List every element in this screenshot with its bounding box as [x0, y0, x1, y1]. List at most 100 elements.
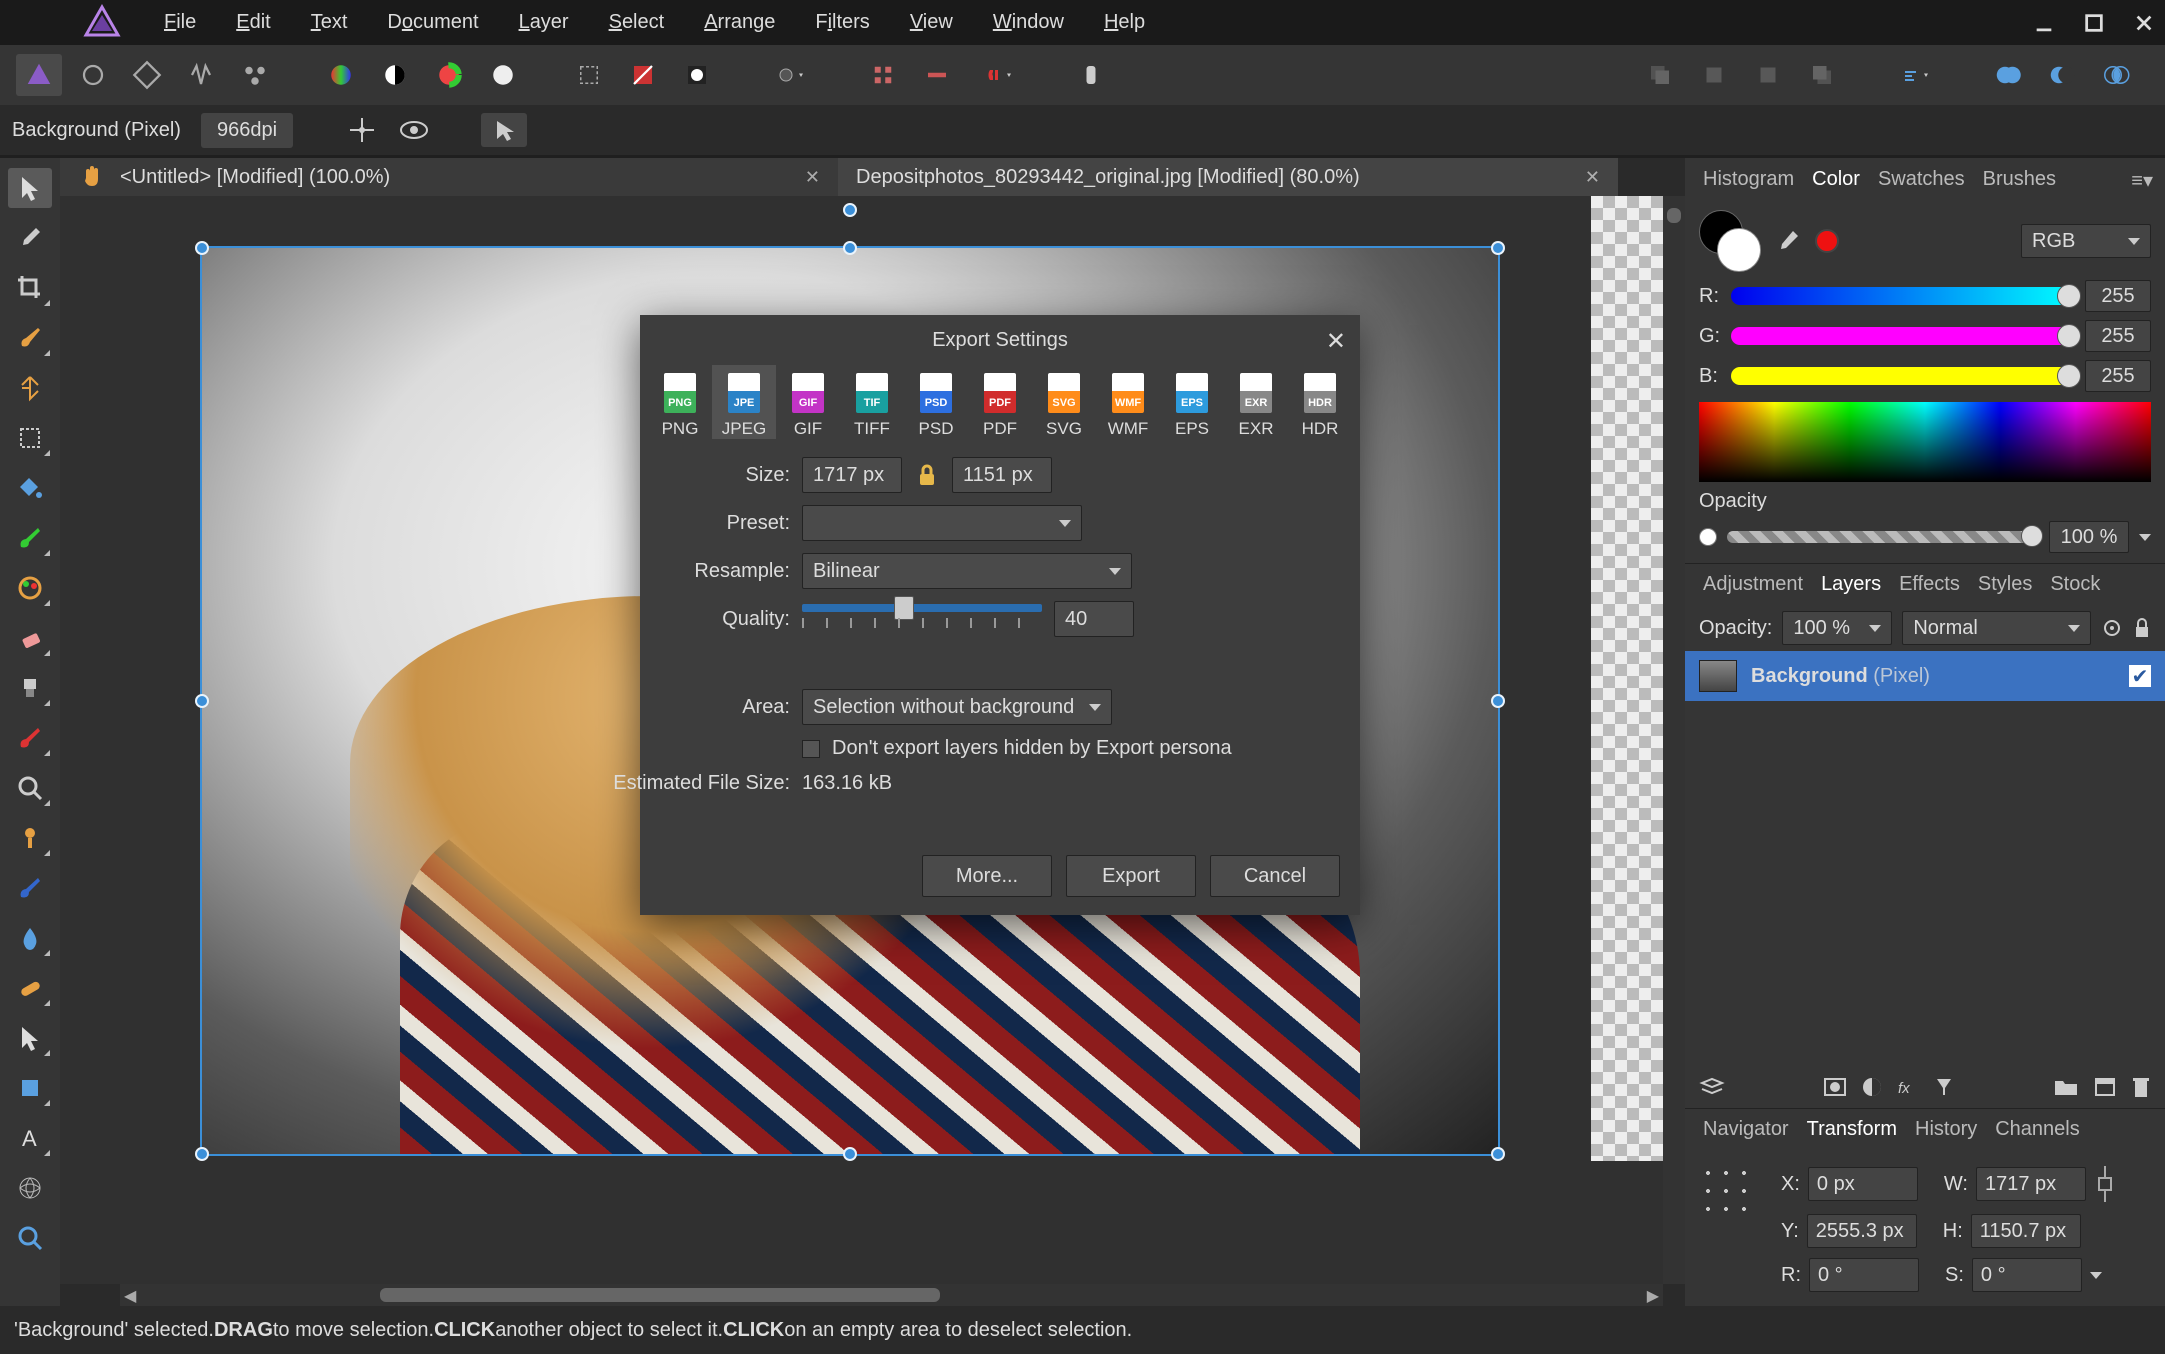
- h-field[interactable]: 1150.7 px: [1971, 1214, 2081, 1248]
- opacity-slider[interactable]: [1727, 531, 2039, 543]
- auto-contrast-icon[interactable]: [372, 54, 418, 96]
- grid-icon[interactable]: [860, 54, 906, 96]
- r-slider[interactable]: [1731, 287, 2075, 305]
- layers-stack-icon[interactable]: [1699, 1076, 1725, 1098]
- tab-navigator[interactable]: Navigator: [1703, 1118, 1789, 1141]
- format-pdf[interactable]: PDF: [968, 365, 1032, 439]
- link-wh-icon[interactable]: [2094, 1164, 2116, 1204]
- tab-swatches[interactable]: Swatches: [1878, 168, 1965, 191]
- selection-brush-tool[interactable]: [8, 318, 52, 358]
- menu-select[interactable]: SelectSelect: [609, 11, 665, 34]
- arrange-backward-icon[interactable]: [1691, 54, 1737, 96]
- export-width-field[interactable]: 1717 px: [802, 457, 902, 493]
- area-select[interactable]: Selection without background: [802, 689, 1112, 725]
- selection-refine-icon[interactable]: [674, 54, 720, 96]
- anchor-selector[interactable]: [1699, 1164, 1753, 1218]
- quality-field[interactable]: 40: [1054, 601, 1134, 637]
- color-picker-tool[interactable]: [8, 218, 52, 258]
- text-tool[interactable]: A: [8, 1118, 52, 1158]
- resample-select[interactable]: Bilinear: [802, 553, 1132, 589]
- adjustment-icon[interactable]: [1861, 1076, 1883, 1098]
- scroll-left-arrow[interactable]: ◀: [124, 1286, 136, 1306]
- horizontal-scrollbar[interactable]: ◀ ▶: [120, 1284, 1663, 1306]
- snapping-toggle[interactable]: [968, 54, 1028, 96]
- selection-handle-ne[interactable]: [1491, 241, 1505, 255]
- menu-view[interactable]: ViewView: [910, 11, 953, 34]
- marquee-tool[interactable]: [8, 418, 52, 458]
- tab-styles[interactable]: Styles: [1978, 573, 2032, 596]
- format-exr[interactable]: EXR: [1224, 365, 1288, 439]
- tab-transform[interactable]: Transform: [1807, 1118, 1897, 1141]
- menu-document[interactable]: DocumentDocument: [387, 11, 478, 34]
- tab-channels[interactable]: Channels: [1995, 1118, 2080, 1141]
- dialog-close-button[interactable]: ✕: [1326, 327, 1346, 356]
- format-psd[interactable]: PSD: [904, 365, 968, 439]
- format-png[interactable]: PNG: [648, 365, 712, 439]
- more-button[interactable]: More...: [922, 855, 1052, 897]
- tab-color[interactable]: Color: [1812, 168, 1860, 191]
- fx-icon[interactable]: fx: [1897, 1076, 1919, 1098]
- guides-icon[interactable]: [914, 54, 960, 96]
- menu-layer[interactable]: LayerLayer: [519, 11, 569, 34]
- s-field[interactable]: 0 °: [1972, 1258, 2082, 1292]
- selection-handle-sw[interactable]: [195, 1147, 209, 1161]
- crop-tool[interactable]: [8, 268, 52, 308]
- flood-fill-tool[interactable]: [8, 468, 52, 508]
- add-layer-icon[interactable]: [2093, 1076, 2117, 1098]
- quickmask-toggle[interactable]: [760, 54, 820, 96]
- format-hdr[interactable]: HDR: [1288, 365, 1352, 439]
- w-field[interactable]: 1717 px: [1976, 1167, 2086, 1201]
- quality-slider[interactable]: [802, 604, 1042, 612]
- persona-develop-icon[interactable]: [124, 54, 170, 96]
- move-center-icon[interactable]: [347, 115, 377, 145]
- opacity-dropdown[interactable]: [2139, 534, 2151, 541]
- boolean-subtract-icon[interactable]: [2039, 54, 2085, 96]
- color-model-select[interactable]: RGB: [2021, 224, 2151, 258]
- format-jpeg[interactable]: JPEG: [712, 365, 776, 439]
- persona-liquify-icon[interactable]: [70, 54, 116, 96]
- tab-close-button[interactable]: ✕: [1585, 167, 1600, 188]
- preset-select[interactable]: [802, 505, 1082, 541]
- panel-menu-icon[interactable]: ≡▾: [2131, 168, 2153, 193]
- persona-export-icon[interactable]: [232, 54, 278, 96]
- mask-icon[interactable]: [1823, 1076, 1847, 1098]
- assistant-icon[interactable]: [1068, 54, 1114, 96]
- g-value[interactable]: 255: [2085, 320, 2151, 352]
- paint-brush-tool[interactable]: [8, 518, 52, 558]
- context-dpi[interactable]: 966dpi: [201, 113, 293, 148]
- close-window-button[interactable]: [2133, 12, 2155, 34]
- zoom-tool2[interactable]: [8, 768, 52, 808]
- menu-window[interactable]: WindowWindow: [993, 11, 1064, 34]
- layers-opacity-field[interactable]: 100 %: [1782, 611, 1892, 645]
- g-slider[interactable]: [1731, 327, 2075, 345]
- sampled-color-swatch[interactable]: [1815, 229, 1839, 253]
- b-slider[interactable]: [1731, 367, 2075, 385]
- tab-depositphotos[interactable]: Depositphotos_80293442_original.jpg [Mod…: [838, 158, 1618, 196]
- tab-histogram[interactable]: Histogram: [1703, 168, 1794, 191]
- menu-edit[interactable]: EditEdit: [236, 11, 270, 34]
- selection-handle-nw[interactable]: [195, 241, 209, 255]
- tab-untitled[interactable]: <Untitled> [Modified] (100.0%) ✕: [60, 158, 838, 196]
- shear-dropdown[interactable]: [2090, 1272, 2102, 1279]
- minimize-button[interactable]: [2033, 12, 2055, 34]
- tab-layers[interactable]: Layers: [1821, 573, 1881, 596]
- scrollbar-thumb[interactable]: [380, 1288, 940, 1302]
- mesh-warp-tool[interactable]: [8, 1168, 52, 1208]
- arrange-front-icon[interactable]: [1799, 54, 1845, 96]
- format-wmf[interactable]: WMF: [1096, 365, 1160, 439]
- lock-aspect-icon[interactable]: [914, 462, 940, 488]
- selection-invert-icon[interactable]: [620, 54, 666, 96]
- boolean-intersect-icon[interactable]: [2093, 54, 2139, 96]
- dodge-tool[interactable]: [8, 818, 52, 858]
- trash-icon[interactable]: [2131, 1075, 2151, 1099]
- y-field[interactable]: 2555.3 px: [1807, 1214, 1917, 1248]
- arrange-forward-icon[interactable]: [1745, 54, 1791, 96]
- auto-levels-icon[interactable]: [318, 54, 364, 96]
- menu-text[interactable]: TextText: [311, 11, 348, 34]
- persona-tonemap-icon[interactable]: [178, 54, 224, 96]
- tab-adjustment[interactable]: Adjustment: [1703, 573, 1803, 596]
- format-gif[interactable]: GIF: [776, 365, 840, 439]
- tab-close-button[interactable]: ✕: [805, 167, 820, 188]
- eyedropper-icon[interactable]: [1775, 228, 1801, 254]
- boolean-add-icon[interactable]: [1985, 54, 2031, 96]
